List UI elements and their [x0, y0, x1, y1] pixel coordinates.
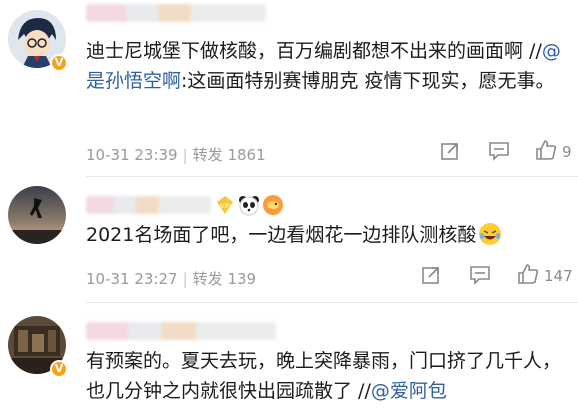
share-icon[interactable]: [421, 265, 441, 289]
username-blurred[interactable]: [86, 196, 211, 214]
meta-separator: |: [182, 146, 188, 164]
like-icon[interactable]: [517, 263, 539, 289]
like-icon[interactable]: [535, 139, 557, 165]
share-icon[interactable]: [440, 141, 460, 165]
verified-badge: V: [50, 360, 68, 378]
verified-badge: V: [50, 54, 68, 72]
vip-label: VIP: [220, 203, 230, 210]
username-blurred[interactable]: [86, 322, 276, 340]
repost-label: 转发: [192, 270, 223, 288]
comment-text: 有预案的。夏天去玩，晚上突降暴雨，门口挤了几千人，也几分钟之内就很快出园疏散了 …: [86, 346, 566, 406]
comment-text-tail: :这画面特别赛博朋克 疫情下现实，愿无事。: [181, 70, 555, 92]
panda-icon: [238, 194, 260, 220]
repost-label: 转发: [192, 146, 223, 164]
avatar-illustration: [8, 186, 66, 244]
divider: [86, 176, 578, 177]
comment-text-main: 迪士尼城堡下做核酸，百万编剧都想不出来的画面啊 //: [86, 40, 542, 62]
comment-meta: 10-31 23:27 | 转发 139: [86, 268, 256, 289]
comment-text-main: 2021名场面了吧，一边看烟花一边排队测核酸: [86, 224, 477, 246]
comment-icon[interactable]: [488, 141, 510, 165]
divider: [86, 302, 578, 303]
username-blurred[interactable]: [86, 4, 266, 22]
repost-count: 1861: [227, 146, 266, 164]
meta-separator: |: [182, 270, 188, 288]
comment-meta: 10-31 23:39 | 转发 1861: [86, 144, 266, 165]
timestamp: 10-31 23:27: [86, 270, 178, 288]
fish-badge-icon: [262, 194, 284, 220]
laughing-crying-emoji-icon: [478, 222, 502, 246]
comment-text: 迪士尼城堡下做核酸，百万编剧都想不出来的画面啊 //@是孙悟空啊:这画面特别赛博…: [86, 36, 566, 96]
avatar[interactable]: [8, 186, 66, 244]
comment-text-main: 有预案的。夏天去玩，晚上突降暴雨，门口挤了几千人，也几分钟之内就很快出园疏散了 …: [86, 350, 562, 402]
repost-count: 139: [227, 270, 257, 288]
timestamp: 10-31 23:39: [86, 146, 178, 164]
like-count: 9: [562, 143, 572, 161]
mention-link[interactable]: @爱阿包: [371, 380, 447, 402]
comment-text: 2021名场面了吧，一边看烟花一边排队测核酸: [86, 220, 566, 250]
vip-icon: VIP: [214, 194, 236, 220]
comment-icon[interactable]: [469, 265, 491, 289]
like-count: 147: [544, 267, 573, 285]
comment-1: V 迪士尼城堡下做核酸，百万编剧都想不出来的画面啊 //@是孙悟空啊:这画面特别…: [0, 0, 578, 170]
